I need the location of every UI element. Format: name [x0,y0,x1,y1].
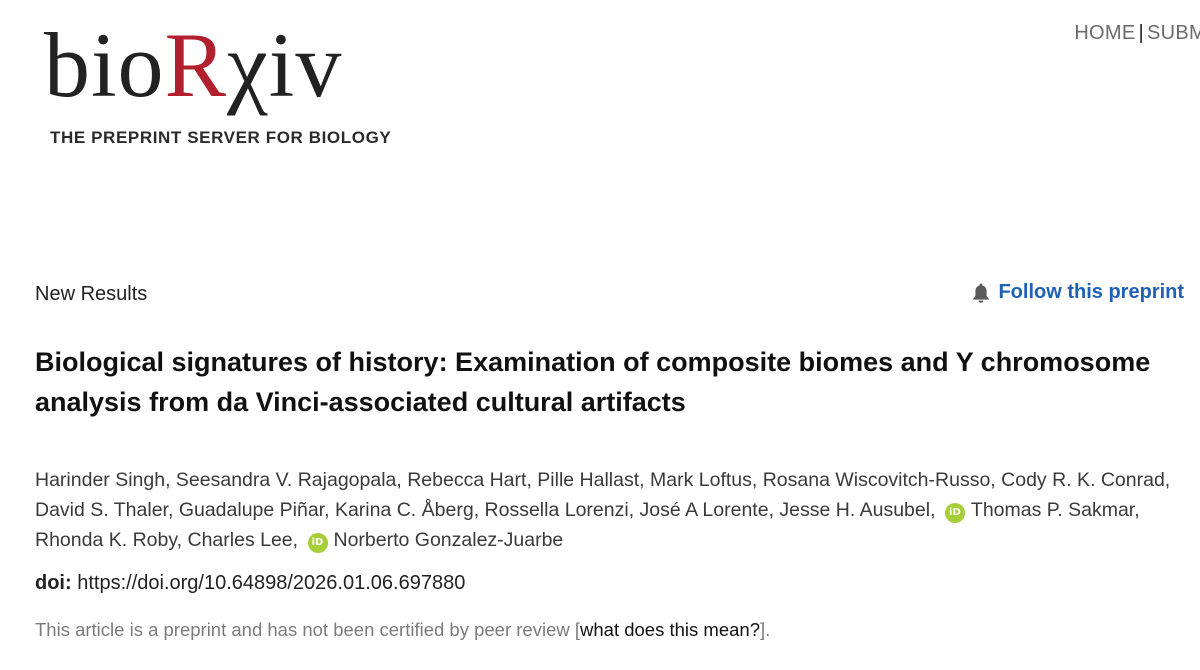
logo-tagline: THE PREPRINT SERVER FOR BIOLOGY [50,128,392,147]
follow-preprint-button[interactable]: Follow this preprint [972,281,1184,304]
author-separator: , [1134,499,1140,521]
logo-word-iv: iv [268,14,343,116]
nav-separator: | [1138,22,1145,44]
author-separator: , [768,499,780,521]
author-item: Guadalupe Piñar, [179,499,335,521]
author-item: Pille Hallast, [537,469,650,491]
doi-line: doi: https://doi.org/10.64898/2026.01.06… [35,572,465,595]
author-separator: , [639,469,650,491]
author-name-link[interactable]: Thomas P. Sakmar [971,499,1134,521]
nav-home-link[interactable]: HOME [1074,22,1135,44]
author-name-link[interactable]: Karina C. Åberg [335,499,474,521]
author-item: David S. Thaler, [35,499,179,521]
author-item: Jesse H. Ausubel, iD [779,499,971,523]
article-title: Biological signatures of history: Examin… [35,347,1151,417]
logo-word-bio: bio [44,14,165,116]
author-name-link[interactable]: Cody R. K. Conrad [1001,469,1165,491]
author-item: José A Lorente, [640,499,780,521]
author-item: Norberto Gonzalez-Juarbe [334,529,564,551]
author-name-link[interactable]: Rossella Lorenzi [485,499,629,521]
author-separator: , [176,529,188,551]
author-separator: , [526,469,538,491]
author-name-link[interactable]: Rosana Wiscovitch-Russo [763,469,991,491]
author-item: Karina C. Åberg, [335,499,485,521]
author-separator: , [751,469,763,491]
author-item: Rosana Wiscovitch-Russo, [763,469,1001,491]
author-name-link[interactable]: Harinder Singh [35,469,165,491]
author-item: Mark Loftus, [650,469,763,491]
author-separator: , [396,469,408,491]
author-name-link[interactable]: Rebecca Hart [407,469,526,491]
peer-review-disclaimer: This article is a preprint and has not b… [35,619,770,641]
author-name-link[interactable]: José A Lorente [640,499,769,521]
disclaimer-text: This article is a preprint and has not b… [35,619,581,640]
author-separator: , [990,469,1002,491]
orcid-icon[interactable]: iD [307,533,328,553]
disclaimer-end: ]. [759,619,771,640]
author-item: Cody R. K. Conrad, [1001,469,1170,491]
author-name-link[interactable]: Charles Lee [188,529,293,551]
logo-word-r: R [164,14,227,116]
logo-word-chi: χ [226,14,269,116]
author-name-link[interactable]: Seesandra V. Rajagopala [176,469,396,491]
follow-preprint-label: Follow this preprint [998,281,1184,303]
doi-link[interactable]: https://doi.org/10.64898/2026.01.06.6978… [77,572,465,594]
author-item: Rhonda K. Roby, [35,529,188,551]
nav-submit-link[interactable]: SUBM [1147,22,1200,44]
what-does-this-mean-link[interactable]: what does this mean? [580,619,760,640]
author-item: Harinder Singh, [35,469,176,491]
author-separator: , [473,499,485,521]
biorxiv-logo[interactable]: bioRχiv THE PREPRINT SERVER FOR BIOLOGY [44,10,424,160]
top-nav: HOME | SUBM [1074,22,1200,45]
author-name-link[interactable]: Norberto Gonzalez-Juarbe [334,529,564,551]
article-type-label: New Results [35,283,148,305]
author-name-link[interactable]: Rhonda K. Roby [35,529,177,551]
author-name-link[interactable]: Mark Loftus [650,469,752,491]
orcid-icon[interactable]: iD [944,503,965,523]
author-separator: , [167,499,179,521]
author-list: Harinder Singh, Seesandra V. Rajagopala,… [35,465,1175,555]
doi-label: doi: [35,572,72,594]
author-item: Rebecca Hart, [407,469,537,491]
author-separator: , [1164,469,1171,491]
logo-wordmark: bioRχiv [44,10,342,120]
author-name-link[interactable]: Guadalupe Piñar [179,499,324,521]
author-name-link[interactable]: David S. Thaler [35,499,168,521]
author-name-link[interactable]: Jesse H. Ausubel [779,499,930,521]
author-separator: , [165,469,176,491]
author-item: Charles Lee, iD [188,529,334,553]
author-separator: , [324,499,335,521]
author-item: Seesandra V. Rajagopala, [176,469,407,491]
author-separator: , [930,499,941,521]
author-item: Thomas P. Sakmar, [971,499,1140,521]
author-separator: , [292,529,304,551]
author-name-link[interactable]: Pille Hallast [537,469,639,491]
author-item: Rossella Lorenzi, [485,499,640,521]
bell-icon [972,282,990,304]
author-separator: , [628,499,640,521]
